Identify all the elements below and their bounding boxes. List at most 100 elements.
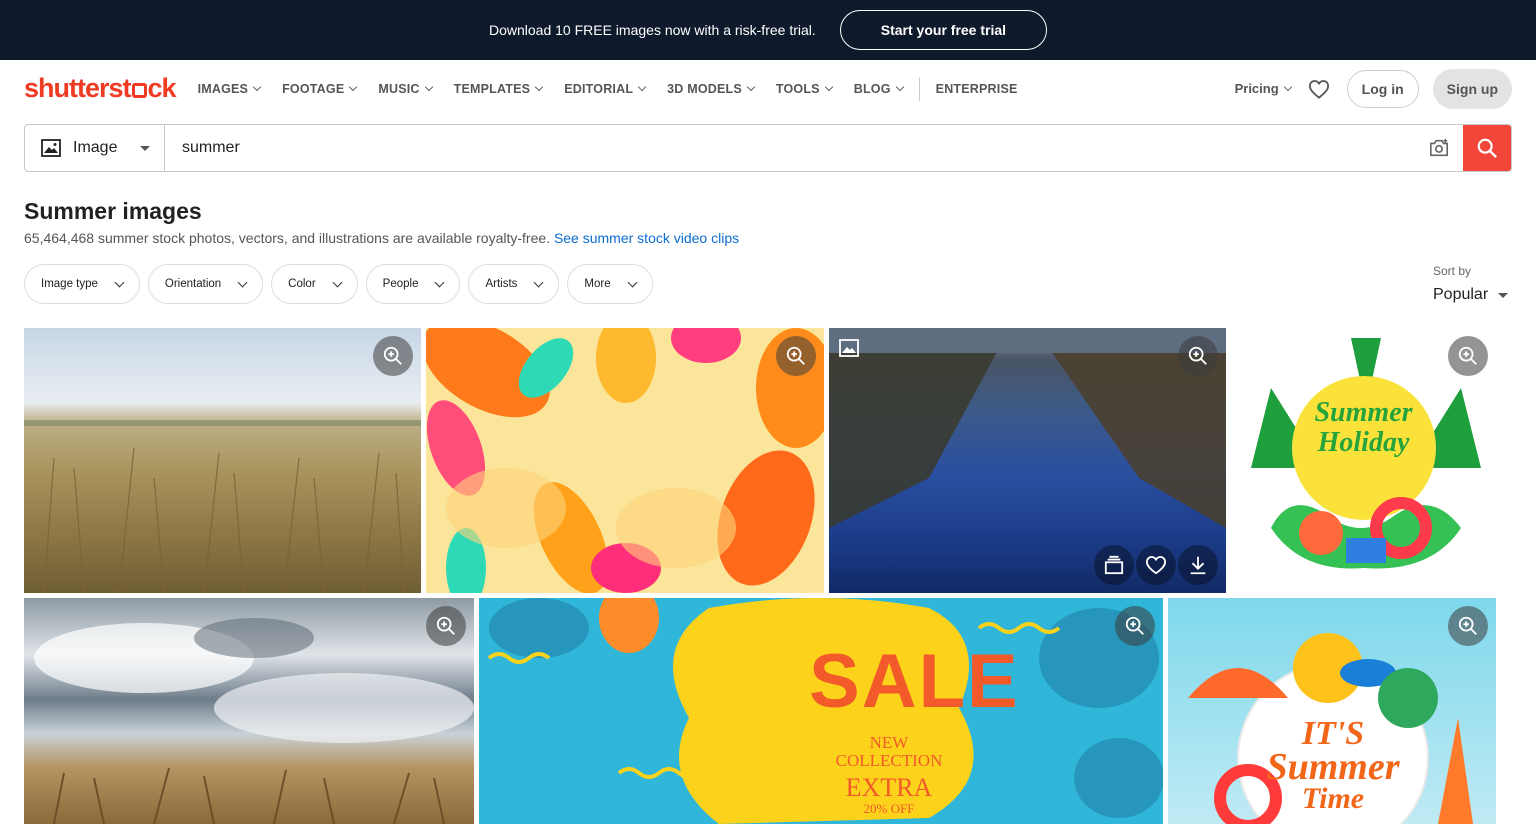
summer-time-text: IT'S Summer Time (1248, 717, 1418, 814)
result-image-wheat-field[interactable] (24, 328, 421, 593)
filter-image-type[interactable]: Image type (24, 264, 140, 304)
zoom-icon[interactable] (1448, 606, 1488, 646)
nav-item-images[interactable]: IMAGES (197, 81, 262, 96)
sort-value[interactable]: Popular (1433, 286, 1509, 304)
nav-item-3d-models[interactable]: 3D MODELS (667, 81, 756, 96)
nav-item-templates[interactable]: TEMPLATES (453, 81, 544, 96)
its-line2: Summer (1266, 746, 1400, 788)
nav-label: EDITORIAL (564, 81, 634, 96)
download-icon[interactable] (1178, 545, 1218, 585)
favorites-heart-icon[interactable] (1305, 75, 1333, 103)
nav-label: 3D MODELS (667, 81, 742, 96)
page-title: Summer images (24, 198, 202, 224)
filter-people[interactable]: People (365, 264, 461, 304)
holiday-line2: Holiday (1317, 427, 1410, 458)
clouds-graphic (34, 618, 474, 824)
caret-down-icon (1498, 292, 1509, 298)
result-image-river[interactable] (829, 328, 1226, 593)
chevron-down-icon (424, 82, 433, 92)
holiday-line1: Summer (1314, 397, 1413, 428)
nav-divider (918, 76, 920, 101)
logo-o (131, 83, 147, 98)
login-button[interactable]: Log in (1346, 69, 1419, 108)
result-image-summer-time[interactable]: IT'S Summer Time (1168, 598, 1496, 824)
filter-label: People (382, 278, 419, 290)
camera-search-icon[interactable] (1415, 125, 1463, 171)
nav-label: IMAGES (197, 81, 249, 96)
chevron-down-icon (533, 277, 544, 287)
chevron-down-icon (1283, 82, 1292, 92)
nav-label: BLOG (853, 81, 891, 96)
chevron-down-icon (627, 277, 638, 287)
sale-headline: SALE (809, 639, 1020, 724)
chevron-down-icon (895, 82, 904, 92)
main-nav: shutterst ck IMAGES FOOTAGE MUSIC TEMPLAT… (0, 60, 1536, 117)
filter-label: More (584, 278, 611, 290)
nav-label: TOOLS (775, 81, 820, 96)
chevron-down-icon (534, 82, 544, 92)
result-image-cloudy-field[interactable] (24, 598, 474, 824)
result-image-summer-holiday[interactable]: Summer Holiday (1231, 328, 1496, 593)
nav-item-editorial[interactable]: EDITORIAL (564, 81, 647, 96)
filter-orientation[interactable]: Orientation (147, 264, 264, 304)
filter-artists[interactable]: Artists (468, 264, 560, 304)
holiday-text: Summer Holiday (1291, 398, 1436, 458)
chevron-down-icon (237, 277, 248, 287)
results-subtitle: 65,464,468 summer stock photos, vectors,… (24, 230, 739, 246)
start-trial-button[interactable]: Start your free trial (839, 10, 1048, 50)
results-count-text: 65,464,468 summer stock photos, vectors,… (24, 230, 551, 246)
chevron-down-icon (349, 82, 358, 92)
logo-text-end: ck (147, 73, 177, 103)
filter-color[interactable]: Color (271, 264, 358, 304)
filter-label: Image type (41, 278, 98, 290)
zoom-icon[interactable] (776, 336, 816, 376)
result-image-sale-banner[interactable]: SALE NEW COLLECTION EXTRA 20% OFF (479, 598, 1163, 824)
chevron-down-icon (435, 277, 445, 287)
sale-subtext: NEW COLLECTION EXTRA 20% OFF (809, 734, 969, 816)
asset-type-label: Image (73, 139, 118, 156)
pricing-menu[interactable]: Pricing (1234, 81, 1292, 96)
nav-label: FOOTAGE (282, 81, 345, 96)
nav-item-tools[interactable]: TOOLS (775, 81, 833, 96)
filter-label: Artists (485, 278, 518, 290)
sort-label: Sort by (1433, 264, 1472, 278)
zoom-icon[interactable] (1448, 336, 1488, 376)
favorite-heart-icon[interactable] (1136, 545, 1176, 585)
sale-line4: 20% OFF (863, 801, 915, 816)
result-image-tropical-leaves[interactable] (426, 328, 824, 593)
asset-type-select[interactable]: Image (25, 125, 165, 171)
video-clips-link[interactable]: See summer stock video clips (554, 230, 739, 246)
sort-value-text: Popular (1433, 286, 1489, 303)
sort-control[interactable]: Sort by Popular (1433, 264, 1509, 304)
search-button[interactable] (1463, 125, 1511, 171)
logo-text-start: shutterst (24, 73, 132, 103)
search-bar: Image (24, 124, 1512, 172)
signup-button[interactable]: Sign up (1432, 68, 1512, 109)
filter-bar: Image type Orientation Color People Arti… (24, 264, 653, 304)
zoom-icon[interactable] (373, 336, 413, 376)
zoom-icon[interactable] (426, 606, 466, 646)
tropical-leaves-graphic (426, 328, 824, 593)
pricing-label: Pricing (1234, 81, 1279, 96)
nav-item-blog[interactable]: BLOG (853, 81, 904, 96)
promo-text: Download 10 FREE images now with a risk-… (488, 22, 816, 38)
filter-label: Color (288, 278, 316, 290)
wheat-stalks (24, 420, 421, 593)
sale-line2: COLLECTION (835, 751, 943, 770)
chevron-down-icon (114, 277, 125, 287)
nav-item-footage[interactable]: FOOTAGE (282, 81, 358, 96)
nav-item-music[interactable]: MUSIC (378, 81, 433, 96)
nav-label: TEMPLATES (453, 81, 531, 96)
caret-down-icon (140, 145, 150, 151)
zoom-icon[interactable] (1178, 336, 1218, 376)
shutterstock-logo[interactable]: shutterst ck (24, 73, 177, 104)
search-input[interactable] (165, 125, 1415, 171)
chevron-down-icon (637, 82, 647, 92)
filter-more[interactable]: More (567, 264, 653, 304)
chevron-down-icon (332, 277, 343, 287)
zoom-icon[interactable] (1115, 606, 1155, 646)
nav-label: MUSIC (378, 81, 420, 96)
nav-item-enterprise[interactable]: ENTERPRISE (936, 82, 1018, 96)
promo-bar: Download 10 FREE images now with a risk-… (0, 0, 1536, 60)
similar-images-icon[interactable] (1094, 545, 1134, 585)
